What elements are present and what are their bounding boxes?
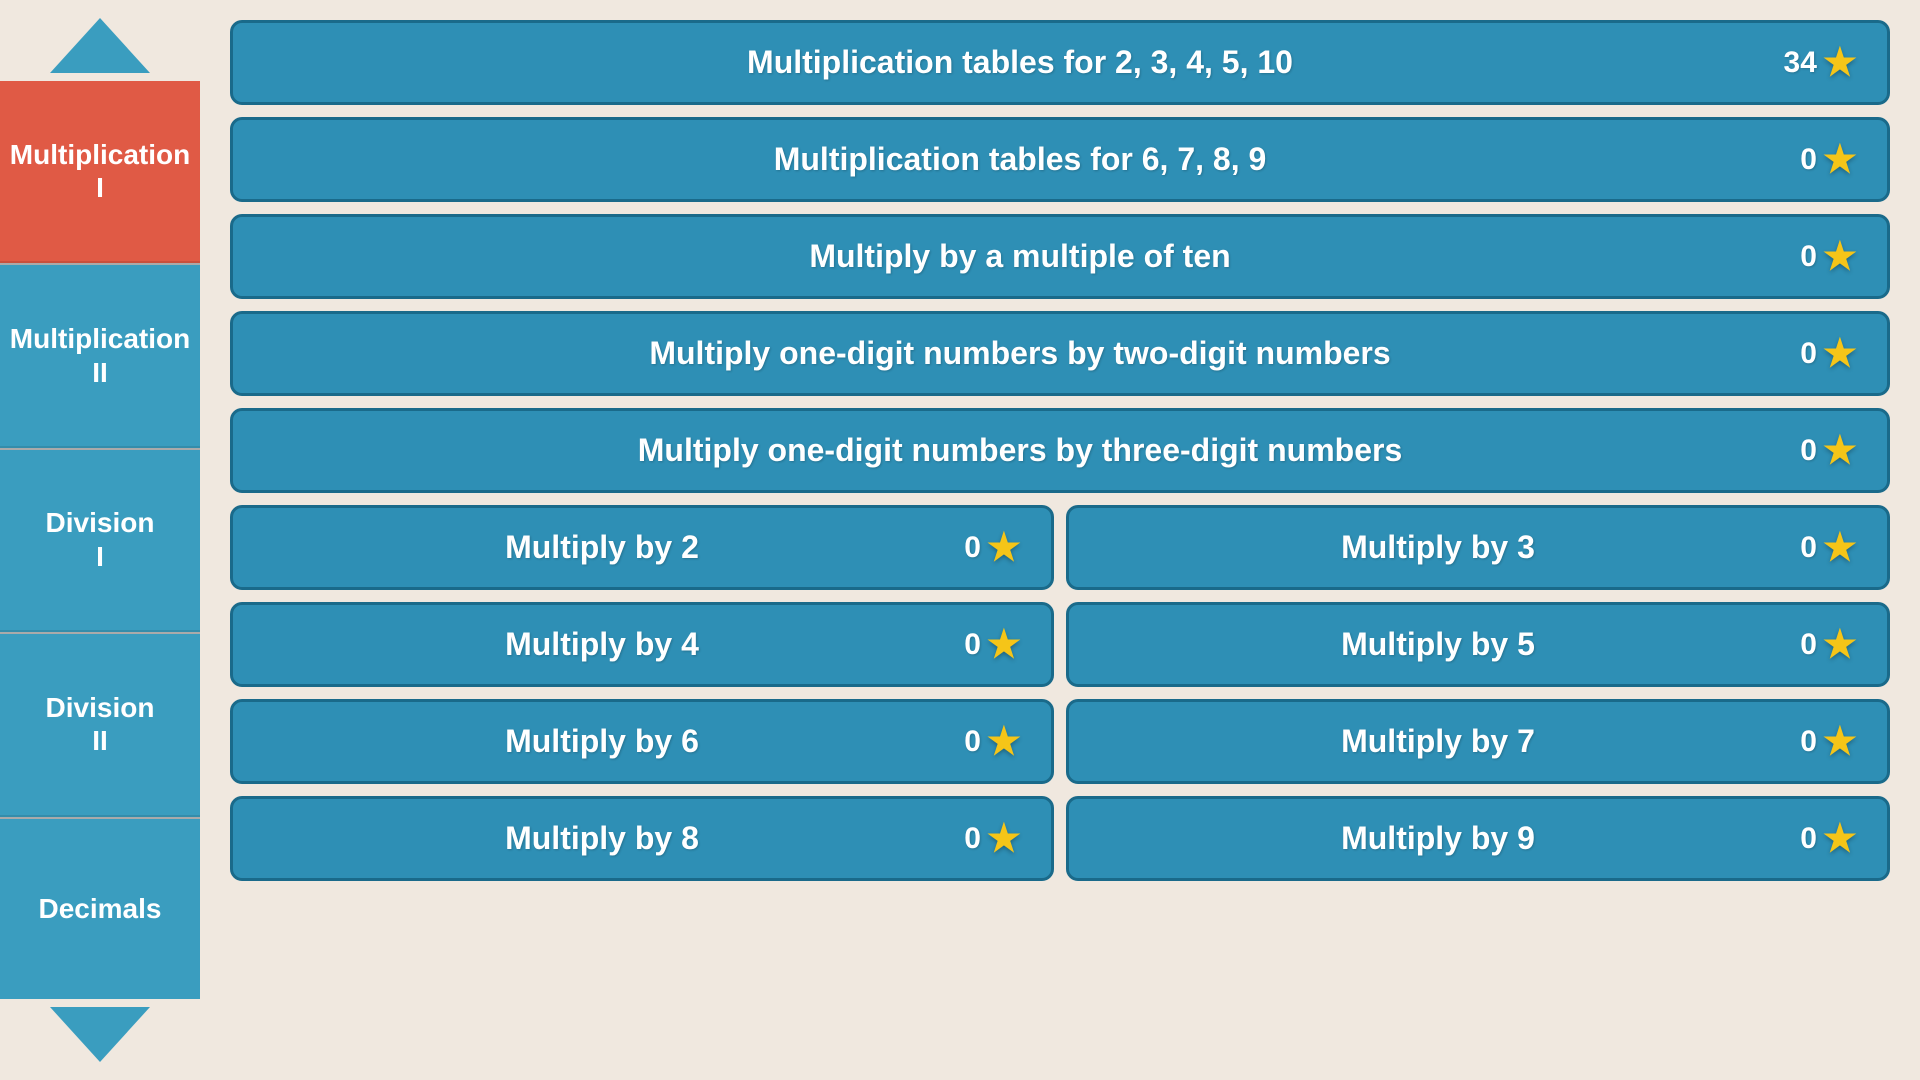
btn-label: Multiply by 9	[1099, 820, 1777, 857]
btn-label: Multiplication tables for 6, 7, 8, 9	[263, 141, 1777, 178]
star-count: 0	[964, 531, 981, 565]
star-count: 0	[964, 822, 981, 856]
star-icon: ★	[987, 816, 1021, 861]
btn-multiply-by-9[interactable]: Multiply by 9 0 ★	[1066, 796, 1890, 881]
stars-area: 0 ★	[941, 719, 1021, 764]
sidebar-scroll-down[interactable]	[50, 1007, 150, 1062]
sidebar-item-decimals[interactable]: Decimals	[0, 819, 200, 999]
sidebar-item-division-2[interactable]: Division II	[0, 634, 200, 816]
star-icon: ★	[1823, 331, 1857, 376]
btn-multiply-by-7[interactable]: Multiply by 7 0 ★	[1066, 699, 1890, 784]
grid-row-4: Multiply by 8 0 ★ Multiply by 9 0 ★	[230, 796, 1890, 881]
main-content: Multiplication tables for 2, 3, 4, 5, 10…	[200, 0, 1920, 1080]
btn-label: Multiply by 7	[1099, 723, 1777, 760]
star-icon: ★	[987, 525, 1021, 570]
star-count: 0	[1800, 531, 1817, 565]
star-count: 0	[964, 628, 981, 662]
stars-area: 0 ★	[941, 816, 1021, 861]
grid-row-2: Multiply by 4 0 ★ Multiply by 5 0 ★	[230, 602, 1890, 687]
star-icon: ★	[1823, 234, 1857, 279]
sidebar-item-label: Multiplication I	[10, 138, 190, 205]
stars-area: 0 ★	[941, 525, 1021, 570]
btn-label: Multiply by 2	[263, 529, 941, 566]
btn-tables-2-3-4-5-10[interactable]: Multiplication tables for 2, 3, 4, 5, 10…	[230, 20, 1890, 105]
btn-multiply-by-6[interactable]: Multiply by 6 0 ★	[230, 699, 1054, 784]
grid-row-3: Multiply by 6 0 ★ Multiply by 7 0 ★	[230, 699, 1890, 784]
star-icon: ★	[1823, 816, 1857, 861]
btn-label: Multiply by 4	[263, 626, 941, 663]
star-count: 0	[964, 725, 981, 759]
btn-label: Multiply by 5	[1099, 626, 1777, 663]
sidebar-item-label: Multiplication II	[10, 322, 190, 389]
star-icon: ★	[987, 719, 1021, 764]
sidebar-item-multiplication-2[interactable]: Multiplication II	[0, 265, 200, 447]
stars-area: 0 ★	[1777, 331, 1857, 376]
star-icon: ★	[1823, 40, 1857, 85]
btn-label: Multiply one-digit numbers by two-digit …	[263, 335, 1777, 372]
star-icon: ★	[1823, 428, 1857, 473]
btn-label: Multiply by 3	[1099, 529, 1777, 566]
stars-area: 0 ★	[1777, 234, 1857, 279]
star-count: 34	[1784, 46, 1817, 80]
btn-label: Multiplication tables for 2, 3, 4, 5, 10	[263, 44, 1777, 81]
star-icon: ★	[1823, 622, 1857, 667]
btn-label: Multiply one-digit numbers by three-digi…	[263, 432, 1777, 469]
star-count: 0	[1800, 337, 1817, 371]
sidebar-item-label: Division II	[46, 691, 155, 758]
star-count: 0	[1800, 822, 1817, 856]
stars-area: 0 ★	[1777, 719, 1857, 764]
grid-row-1: Multiply by 2 0 ★ Multiply by 3 0 ★	[230, 505, 1890, 590]
btn-label: Multiply by 8	[263, 820, 941, 857]
star-count: 0	[1800, 434, 1817, 468]
btn-multiple-of-ten[interactable]: Multiply by a multiple of ten 0 ★	[230, 214, 1890, 299]
star-icon: ★	[1823, 137, 1857, 182]
star-count: 0	[1800, 628, 1817, 662]
sidebar-item-multiplication-1[interactable]: Multiplication I	[0, 81, 200, 263]
btn-label: Multiply by 6	[263, 723, 941, 760]
stars-area: 0 ★	[941, 622, 1021, 667]
sidebar: Multiplication I Multiplication II Divis…	[0, 0, 200, 1080]
btn-one-digit-three-digit[interactable]: Multiply one-digit numbers by three-digi…	[230, 408, 1890, 493]
stars-area: 0 ★	[1777, 816, 1857, 861]
btn-multiply-by-5[interactable]: Multiply by 5 0 ★	[1066, 602, 1890, 687]
star-count: 0	[1800, 240, 1817, 274]
sidebar-items: Multiplication I Multiplication II Divis…	[0, 81, 200, 999]
btn-tables-6-7-8-9[interactable]: Multiplication tables for 6, 7, 8, 9 0 ★	[230, 117, 1890, 202]
star-count: 0	[1800, 725, 1817, 759]
stars-area: 0 ★	[1777, 525, 1857, 570]
sidebar-item-division-1[interactable]: Division I	[0, 450, 200, 632]
btn-multiply-by-2[interactable]: Multiply by 2 0 ★	[230, 505, 1054, 590]
btn-label: Multiply by a multiple of ten	[263, 238, 1777, 275]
star-count: 0	[1800, 143, 1817, 177]
btn-multiply-by-4[interactable]: Multiply by 4 0 ★	[230, 602, 1054, 687]
sidebar-item-label: Decimals	[39, 892, 162, 926]
star-icon: ★	[987, 622, 1021, 667]
sidebar-scroll-up[interactable]	[50, 18, 150, 73]
stars-area: 34 ★	[1777, 40, 1857, 85]
stars-area: 0 ★	[1777, 428, 1857, 473]
btn-multiply-by-3[interactable]: Multiply by 3 0 ★	[1066, 505, 1890, 590]
stars-area: 0 ★	[1777, 137, 1857, 182]
stars-area: 0 ★	[1777, 622, 1857, 667]
btn-one-digit-two-digit[interactable]: Multiply one-digit numbers by two-digit …	[230, 311, 1890, 396]
sidebar-item-label: Division I	[46, 506, 155, 573]
btn-multiply-by-8[interactable]: Multiply by 8 0 ★	[230, 796, 1054, 881]
star-icon: ★	[1823, 719, 1857, 764]
star-icon: ★	[1823, 525, 1857, 570]
